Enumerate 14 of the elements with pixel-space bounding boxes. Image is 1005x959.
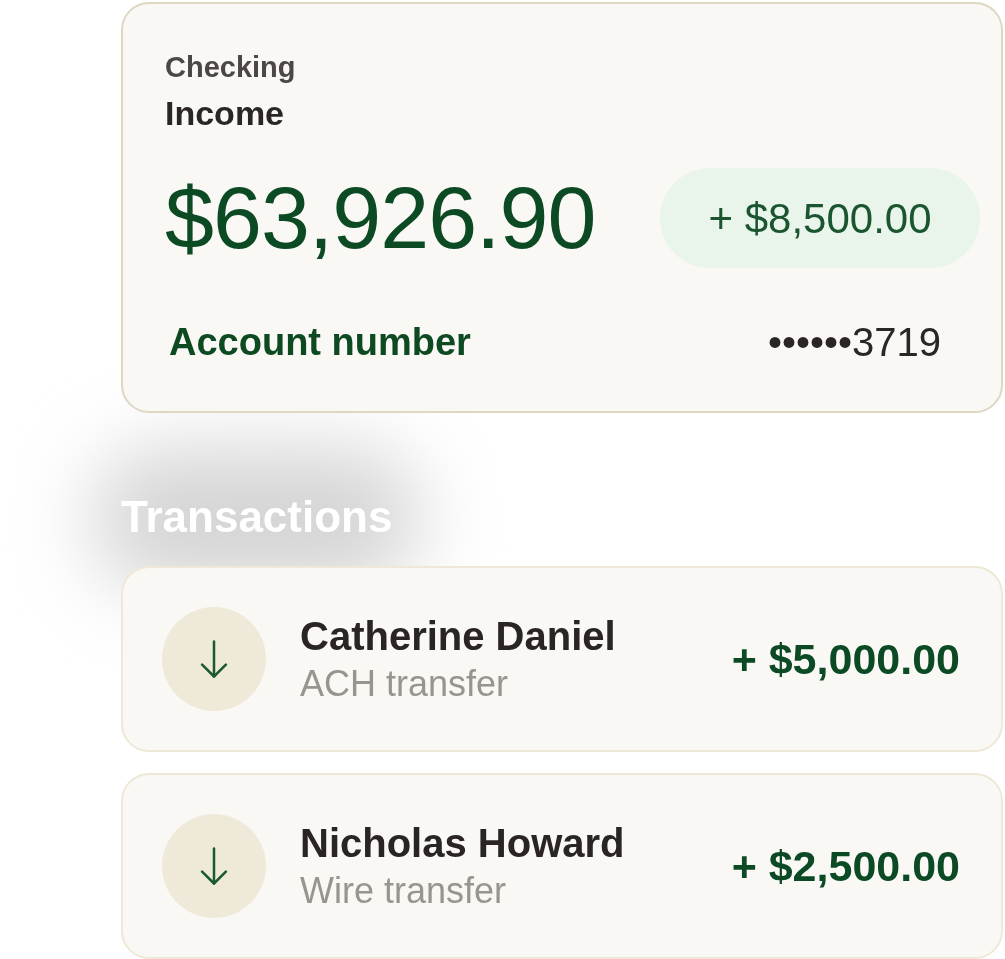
transaction-amount: + $5,000.00 <box>731 634 960 685</box>
account-type-label: Checking <box>165 50 296 85</box>
account-number-label: Account number <box>169 320 471 365</box>
transfer-method: Wire transfer <box>300 869 507 913</box>
transaction-amount: + $2,500.00 <box>731 841 960 892</box>
payee-name: Nicholas Howard <box>300 820 625 867</box>
balance-amount: $63,926.90 <box>165 168 596 268</box>
change-badge: + $8,500.00 <box>660 168 980 268</box>
transfer-method: ACH transfer <box>300 662 509 706</box>
payee-name: Catherine Daniel <box>300 613 616 660</box>
transaction-card[interactable]: Catherine Daniel ACH transfer + $5,000.00 <box>121 566 1003 752</box>
account-number: ••••••3719 <box>768 319 941 366</box>
transaction-card[interactable]: Nicholas Howard Wire transfer + $2,500.00 <box>121 773 1003 959</box>
account-title: Income <box>165 93 285 133</box>
